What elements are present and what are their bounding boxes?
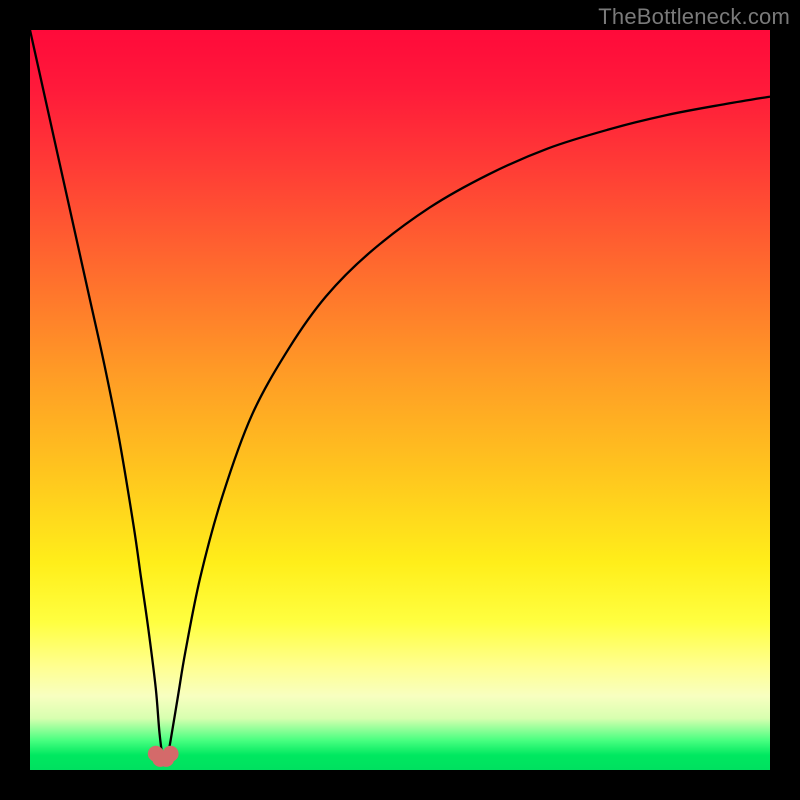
chart-frame: TheBottleneck.com [0,0,800,800]
plot-area [30,30,770,770]
bottleneck-curve [30,30,770,762]
valley-markers [148,746,179,767]
watermark-text: TheBottleneck.com [598,4,790,30]
bottleneck-curve-svg [30,30,770,770]
valley-marker [163,746,179,762]
